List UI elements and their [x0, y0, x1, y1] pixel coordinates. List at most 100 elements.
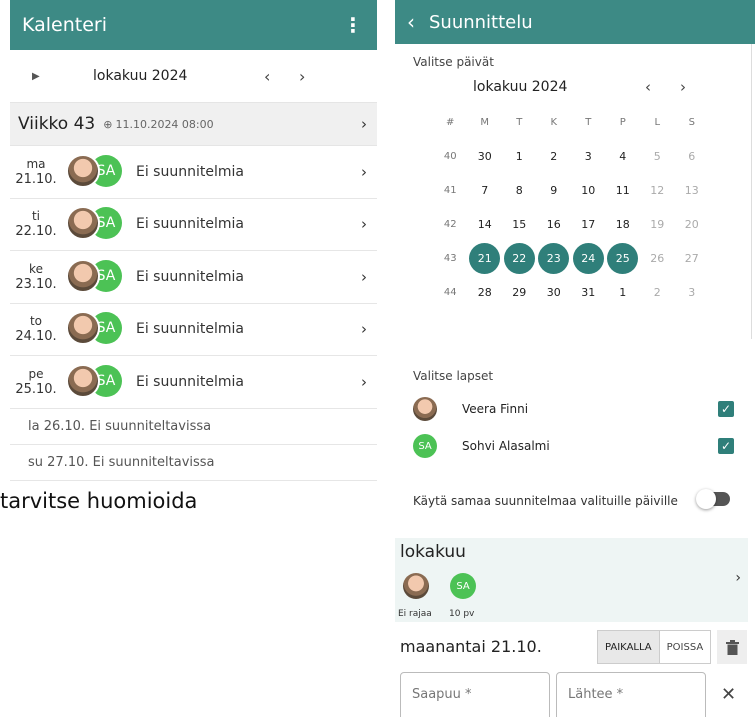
selected-day[interactable]: 21 — [469, 242, 501, 274]
absent-button[interactable]: POISSA — [658, 631, 711, 663]
day-date: ti 22.10. — [10, 208, 62, 240]
day-status: Ei suunnitelmia — [136, 268, 244, 285]
day-row[interactable]: to 24.10. SA Ei suunnitelmia › — [10, 304, 377, 356]
background-caption: tarvitse huomioida — [0, 489, 198, 513]
close-icon[interactable]: ✕ — [721, 684, 736, 705]
calendar-day[interactable]: 1 — [502, 150, 537, 163]
day-status: Ei suunnitelmia — [136, 216, 244, 233]
calendar-day[interactable]: 22 — [502, 242, 537, 274]
calendar-next-icon[interactable]: › — [680, 78, 686, 96]
week-header[interactable]: Viikko 43 ⊕ 11.10.2024 08:00 › — [10, 102, 377, 146]
day-row[interactable]: ti 22.10. SA Ei suunnitelmia › — [10, 199, 377, 251]
days-count-label: 10 pv — [449, 609, 475, 619]
calendar-week-row: 43 21 22 23 24 25 26 27 — [433, 241, 709, 275]
prev-month-icon[interactable]: ‹ — [264, 67, 270, 86]
calendar-day[interactable]: 13 — [675, 184, 710, 197]
calendar-app-bar: Kalenteri ⋮ — [10, 0, 377, 50]
calendar-header-row: # M T K T P L S — [433, 105, 709, 139]
selected-day[interactable]: 22 — [503, 242, 535, 274]
child-checkbox[interactable]: ✓ — [718, 438, 734, 454]
child-row[interactable]: SA Sohvi Alasalmi ✓ — [413, 431, 738, 461]
calendar-month-label: lokakuu 2024 — [473, 79, 568, 95]
day-date: ke 23.10. — [10, 261, 62, 293]
child-avatars: SA — [66, 153, 130, 190]
same-plan-toggle[interactable] — [696, 489, 730, 509]
week-number: 41 — [443, 184, 457, 196]
day-title: maanantai 21.10. — [400, 637, 542, 656]
calendar-day[interactable]: 23 — [537, 242, 572, 274]
weekday-header: T — [516, 116, 523, 128]
week-number: 42 — [443, 218, 457, 230]
weekday-header: K — [550, 116, 558, 128]
calendar-day[interactable]: 19 — [640, 218, 675, 231]
chevron-right-icon: › — [361, 215, 367, 234]
expand-caret-icon[interactable]: ▶ — [32, 71, 40, 82]
chevron-right-icon: › — [735, 570, 741, 586]
child-avatar — [66, 153, 100, 188]
delete-button[interactable] — [717, 630, 747, 664]
calendar-day[interactable]: 21 — [468, 242, 503, 274]
calendar-day[interactable]: 9 — [537, 184, 572, 197]
calendar-day[interactable]: 30 — [468, 150, 503, 163]
day-date: ma 21.10. — [10, 156, 62, 188]
month-summary-title: lokakuu — [400, 542, 466, 562]
calendar-day[interactable]: 16 — [537, 218, 572, 231]
calendar-day[interactable]: 5 — [640, 150, 675, 163]
day-row[interactable]: ke 23.10. SA Ei suunnitelmia › — [10, 251, 377, 304]
child-avatars: SA — [66, 311, 130, 347]
toggle-knob — [696, 489, 716, 509]
calendar-day[interactable]: 15 — [502, 218, 537, 231]
calendar-day[interactable]: 1 — [606, 286, 641, 299]
date: 23.10. — [15, 276, 57, 292]
calendar-day[interactable]: 27 — [675, 252, 710, 265]
calendar-day[interactable]: 3 — [675, 286, 710, 299]
calendar-prev-icon[interactable]: ‹ — [645, 78, 651, 96]
weekday-header: T — [585, 116, 592, 128]
calendar-day[interactable]: 6 — [675, 150, 710, 163]
next-month-icon[interactable]: › — [299, 67, 305, 86]
calendar-day[interactable]: 12 — [640, 184, 675, 197]
selected-day[interactable]: 24 — [572, 242, 604, 274]
calendar-day[interactable]: 10 — [571, 184, 606, 197]
calendar-day[interactable]: 2 — [640, 286, 675, 299]
arrive-input[interactable]: Saapuu * — [400, 672, 550, 717]
calendar-day[interactable]: 11 — [606, 184, 641, 197]
calendar-day[interactable]: 29 — [502, 286, 537, 299]
weekend-row: la 26.10. Ei suunniteltavissa — [10, 409, 377, 445]
selected-day[interactable]: 23 — [538, 242, 570, 274]
weekday: to — [29, 314, 43, 329]
back-arrow-icon[interactable]: ‹ — [407, 10, 415, 34]
day-date: pe 25.10. — [10, 366, 62, 398]
app-title: Kalenteri — [22, 14, 108, 36]
calendar-day[interactable]: 18 — [606, 218, 641, 231]
week-label: Viikko 43 — [18, 114, 96, 134]
calendar-day[interactable]: 2 — [537, 150, 572, 163]
calendar-day[interactable]: 14 — [468, 218, 503, 231]
calendar-day[interactable]: 30 — [537, 286, 572, 299]
present-button[interactable]: PAIKALLA — [598, 631, 659, 663]
day-row[interactable]: ma 21.10. SA Ei suunnitelmia › — [10, 146, 377, 199]
more-menu-icon[interactable]: ⋮ — [341, 13, 365, 37]
calendar-day[interactable]: 31 — [571, 286, 606, 299]
calendar-day[interactable]: 28 — [468, 286, 503, 299]
weekday-header: P — [619, 116, 626, 128]
leave-input[interactable]: Lähtee * — [556, 672, 706, 717]
date: 21.10. — [15, 171, 57, 187]
calendar-day[interactable]: 26 — [640, 252, 675, 265]
selected-day[interactable]: 25 — [607, 242, 639, 274]
calendar-day[interactable]: 25 — [606, 242, 641, 274]
calendar-day[interactable]: 20 — [675, 218, 710, 231]
month-summary-card[interactable]: lokakuu SA Ei rajaa 10 pv › — [395, 538, 748, 622]
child-avatar — [66, 363, 100, 398]
calendar-day[interactable]: 24 — [571, 242, 606, 274]
calendar-day[interactable]: 17 — [571, 218, 606, 231]
calendar-week-row: 44 28 29 30 31 1 2 3 — [433, 275, 709, 309]
day-row[interactable]: pe 25.10. SA Ei suunnitelmia › — [10, 356, 377, 409]
calendar-day[interactable]: 4 — [606, 150, 641, 163]
child-checkbox[interactable]: ✓ — [718, 401, 734, 417]
weekday: ke — [29, 261, 43, 276]
calendar-day[interactable]: 7 — [468, 184, 503, 197]
calendar-day[interactable]: 8 — [502, 184, 537, 197]
child-row[interactable]: Veera Finni ✓ — [413, 394, 738, 424]
calendar-day[interactable]: 3 — [571, 150, 606, 163]
